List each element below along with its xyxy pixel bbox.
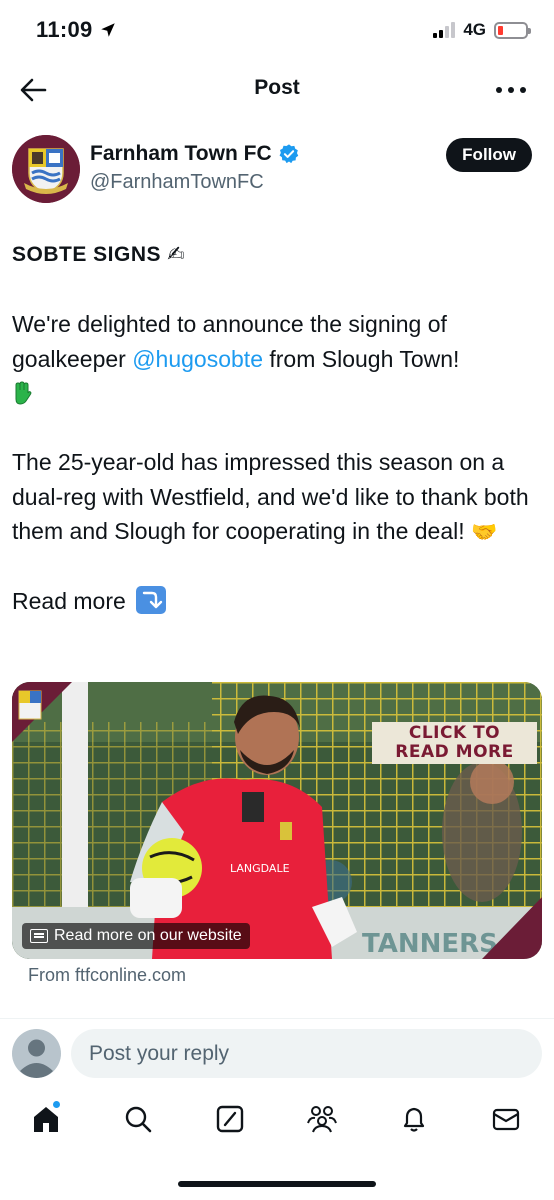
network-type: 4G bbox=[463, 20, 486, 39]
tab-search[interactable] bbox=[118, 1097, 158, 1141]
more-options-button[interactable] bbox=[496, 76, 526, 104]
writing-hand-emoji: ✍ bbox=[167, 242, 186, 266]
link-source[interactable]: From ftfconline.com bbox=[28, 965, 186, 986]
search-icon bbox=[125, 1106, 152, 1133]
tab-grok[interactable] bbox=[210, 1097, 250, 1141]
author-name[interactable]: Farnham Town FC bbox=[90, 142, 300, 166]
bottom-tab-bar bbox=[0, 1097, 554, 1147]
clock-text: 11:09 bbox=[36, 17, 93, 42]
mention-link[interactable]: @hugosobte bbox=[132, 346, 263, 372]
author-handle[interactable]: @FarnhamTownFC bbox=[90, 171, 264, 194]
battery-icon bbox=[494, 21, 531, 39]
reply-input[interactable] bbox=[71, 1029, 542, 1078]
post-author: Farnham Town FC @FarnhamTownFC Follow bbox=[12, 135, 532, 205]
handshake-emoji: 🤝 bbox=[471, 520, 498, 544]
post-paragraph-1: We're delighted to announce the signing … bbox=[12, 307, 548, 411]
click-to-read-banner: CLICK TO READ MORE bbox=[372, 722, 537, 764]
mail-icon bbox=[492, 1108, 520, 1131]
post-text: SOBTE SIGNS ✍ We're delighted to announc… bbox=[12, 237, 548, 619]
goalkeeper-glove-icon bbox=[15, 381, 32, 405]
post-read-more: Read more bbox=[12, 584, 548, 619]
reply-composer bbox=[12, 1029, 542, 1079]
svg-text:TANNERS: TANNERS bbox=[362, 929, 498, 959]
follow-button[interactable]: Follow bbox=[446, 138, 532, 172]
home-indicator[interactable] bbox=[178, 1181, 376, 1187]
post-paragraph-2: The 25-year-old has impressed this seaso… bbox=[12, 449, 529, 544]
verified-badge-icon bbox=[279, 144, 298, 164]
bell-icon bbox=[403, 1107, 425, 1132]
status-bar: 11:09 4G bbox=[0, 0, 554, 62]
link-preview-card[interactable]: TANNERS LANGDALE CLICK TO READ MORE Read… bbox=[12, 682, 542, 959]
nav-bar: Post bbox=[0, 62, 554, 118]
arrow-down-right-icon bbox=[136, 586, 167, 614]
post-headline: SOBTE SIGNS ✍ bbox=[12, 242, 186, 266]
author-avatar[interactable] bbox=[12, 135, 80, 203]
location-arrow-icon bbox=[100, 23, 115, 37]
default-avatar-icon bbox=[12, 1029, 61, 1078]
svg-text:LANGDALE: LANGDALE bbox=[230, 862, 290, 875]
notification-dot bbox=[53, 1101, 60, 1108]
status-indicators: 4G bbox=[433, 20, 531, 40]
tab-messages[interactable] bbox=[486, 1097, 526, 1141]
page-title: Post bbox=[254, 76, 300, 99]
grok-icon bbox=[216, 1105, 244, 1133]
tab-communities[interactable] bbox=[302, 1097, 342, 1141]
status-time: 11:09 bbox=[36, 17, 117, 43]
tab-notifications[interactable] bbox=[394, 1097, 434, 1141]
newspaper-icon bbox=[30, 929, 48, 943]
communities-icon bbox=[307, 1106, 337, 1133]
card-title-overlay: Read more on our website bbox=[22, 923, 250, 949]
more-horizontal-icon bbox=[496, 87, 502, 93]
divider bbox=[0, 1018, 554, 1019]
signal-strength-icon bbox=[433, 22, 456, 38]
user-avatar[interactable] bbox=[12, 1029, 61, 1078]
tab-home[interactable] bbox=[26, 1097, 66, 1141]
club-crest-icon bbox=[12, 135, 80, 203]
